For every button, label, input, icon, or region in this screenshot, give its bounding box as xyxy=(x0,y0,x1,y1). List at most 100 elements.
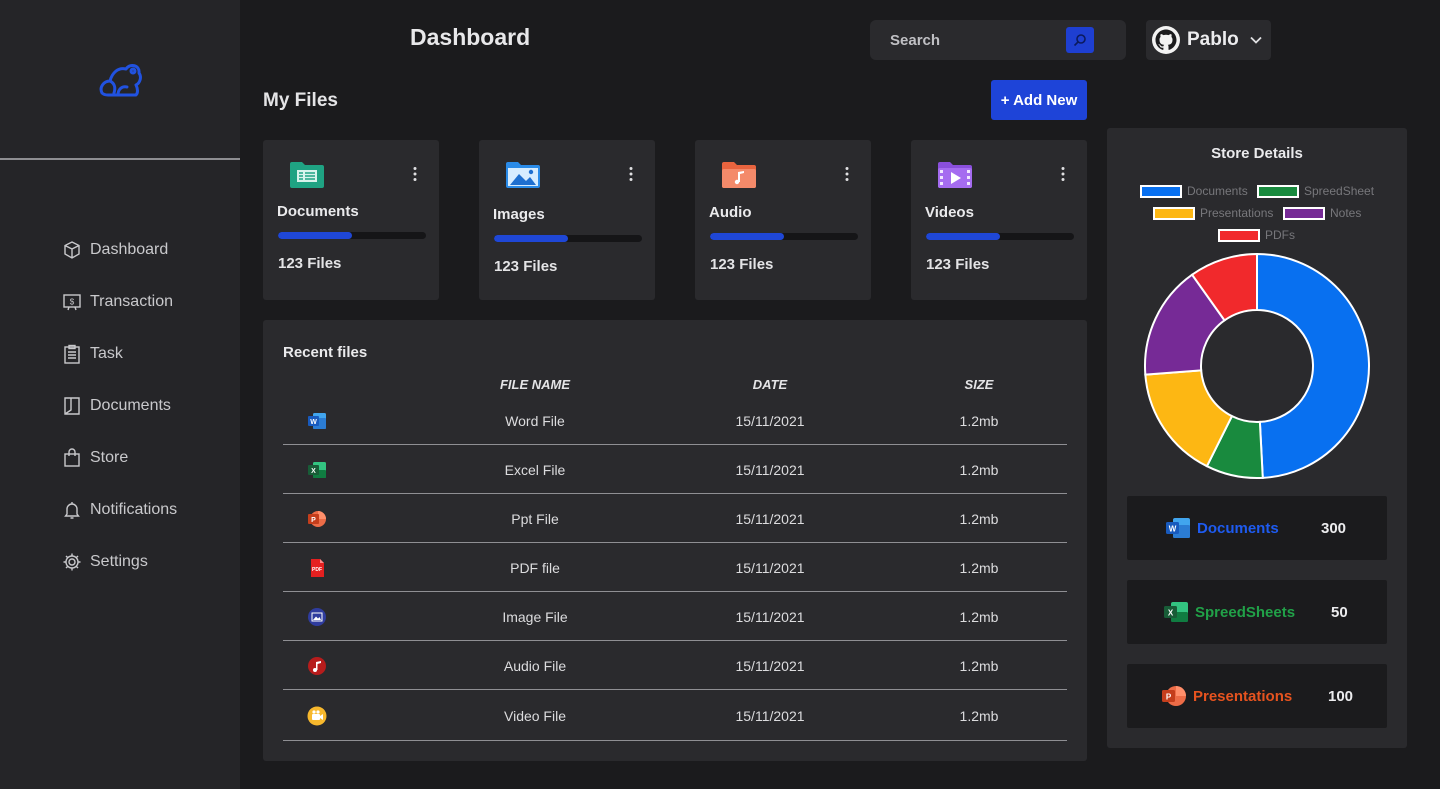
table-row[interactable]: Image File 15/11/2021 1.2mb xyxy=(283,592,1067,641)
search-box xyxy=(870,20,1126,60)
sidebar-item-dashboard[interactable]: Dashboard xyxy=(62,224,177,276)
videos-folder-icon xyxy=(938,162,972,188)
more-options-icon[interactable] xyxy=(843,166,851,182)
card-progress-fill xyxy=(278,232,352,239)
add-new-button[interactable]: + Add New xyxy=(991,80,1087,120)
audio-folder-icon xyxy=(722,162,756,188)
search-input[interactable] xyxy=(890,31,1060,49)
column-header-date: DATE xyxy=(752,377,788,392)
legend-swatch xyxy=(1283,206,1325,220)
file-card-documents[interactable]: Documents 123 Files xyxy=(263,140,439,300)
search-button[interactable] xyxy=(1066,27,1094,53)
file-name-cell: Audio File xyxy=(503,658,567,674)
images-folder-icon xyxy=(506,162,540,188)
file-card-videos[interactable]: Videos 123 Files xyxy=(911,140,1087,300)
user-menu[interactable]: Pablo xyxy=(1146,20,1271,60)
file-name-cell: Ppt File xyxy=(511,511,559,527)
recent-files-panel: Recent files FILE NAME DATE SIZE W Word … xyxy=(263,320,1087,761)
card-file-count: 123 Files xyxy=(494,258,558,275)
file-name-cell: PDF file xyxy=(510,560,560,576)
book-icon xyxy=(62,396,82,416)
card-name: Videos xyxy=(925,204,974,221)
video-file-icon xyxy=(307,706,327,726)
svg-text:X: X xyxy=(311,468,316,475)
card-progress-bar xyxy=(494,235,642,242)
sidebar: Dashboard $ Transaction Task Documents S… xyxy=(0,0,240,789)
card-file-count: 123 Files xyxy=(710,256,774,273)
stat-label: Presentations xyxy=(1193,688,1293,705)
store-details-panel: Store Details Documents SpreedSheet Pres… xyxy=(1107,128,1407,748)
file-name-cell: Image File xyxy=(502,609,568,625)
size-cell: 1.2mb xyxy=(959,511,999,527)
excel-icon: X xyxy=(308,462,326,478)
donut-slice-documents[interactable] xyxy=(1256,252,1370,479)
sidebar-item-label: Documents xyxy=(90,397,171,414)
table-row[interactable]: Video File 15/11/2021 1.2mb xyxy=(283,690,1067,741)
legend-label: Presentations xyxy=(1200,206,1274,220)
clipboard-icon xyxy=(62,344,82,364)
file-card-audio[interactable]: Audio 123 Files xyxy=(695,140,871,300)
excel-icon: X xyxy=(1164,602,1188,622)
dollar-icon: $ xyxy=(62,292,82,312)
sidebar-item-documents[interactable]: Documents xyxy=(62,380,177,432)
more-options-icon[interactable] xyxy=(411,166,419,182)
size-cell: 1.2mb xyxy=(959,462,999,478)
more-options-icon[interactable] xyxy=(1059,166,1067,182)
svg-text:PDF: PDF xyxy=(312,567,322,573)
sidebar-item-transaction[interactable]: $ Transaction xyxy=(62,276,177,328)
sidebar-item-task[interactable]: Task xyxy=(62,328,177,380)
sidebar-item-settings[interactable]: Settings xyxy=(62,536,177,588)
size-cell: 1.2mb xyxy=(959,560,999,576)
file-card-images[interactable]: Images 123 Files xyxy=(479,140,655,300)
date-cell: 15/11/2021 xyxy=(735,462,805,478)
card-progress-fill xyxy=(494,235,568,242)
more-options-icon[interactable] xyxy=(627,166,635,182)
svg-text:X: X xyxy=(1168,609,1174,618)
legend-item-notes[interactable]: Notes xyxy=(1283,206,1361,220)
store-details-title: Store Details xyxy=(1211,145,1303,162)
table-row[interactable]: PDF PDF file 15/11/2021 1.2mb xyxy=(283,543,1067,592)
legend-label: Documents xyxy=(1187,184,1248,198)
bag-icon xyxy=(62,448,82,468)
legend-label: Notes xyxy=(1330,206,1362,220)
user-name: Pablo xyxy=(1187,29,1239,50)
stat-label: Documents xyxy=(1197,520,1279,537)
sidebar-item-label: Settings xyxy=(90,553,148,570)
card-progress-fill xyxy=(926,233,1000,240)
stat-label: SpreedSheets xyxy=(1195,604,1296,621)
stat-card-documents[interactable]: W Documents 300 xyxy=(1127,496,1387,560)
svg-text:P: P xyxy=(311,517,316,524)
legend-item-spreedsheet[interactable]: SpreedSheet xyxy=(1257,184,1374,198)
file-name-cell: Excel File xyxy=(504,462,566,478)
frog-logo-icon[interactable] xyxy=(96,59,144,99)
pdf-icon: PDF xyxy=(311,559,324,577)
legend-item-documents[interactable]: Documents xyxy=(1140,184,1248,198)
documents-folder-icon xyxy=(290,162,324,188)
size-cell: 1.2mb xyxy=(959,708,999,724)
date-cell: 15/11/2021 xyxy=(735,560,805,576)
file-name-cell: Word File xyxy=(505,413,565,429)
search-icon xyxy=(1073,34,1086,47)
table-row[interactable]: P Ppt File 15/11/2021 1.2mb xyxy=(283,494,1067,543)
date-cell: 15/11/2021 xyxy=(735,413,805,429)
legend-item-pdfs[interactable]: PDFs xyxy=(1218,228,1295,242)
table-row[interactable]: X Excel File 15/11/2021 1.2mb xyxy=(283,445,1067,494)
size-cell: 1.2mb xyxy=(959,609,999,625)
stat-card-spreedsheets[interactable]: X SpreedSheets 50 xyxy=(1127,580,1387,644)
logo-area xyxy=(0,0,240,160)
sidebar-item-store[interactable]: Store xyxy=(62,432,177,484)
column-header-size: SIZE xyxy=(964,377,994,392)
stat-card-presentations[interactable]: P Presentations 100 xyxy=(1127,664,1387,728)
table-row[interactable]: W Word File 15/11/2021 1.2mb xyxy=(283,396,1067,445)
recent-files-title: Recent files xyxy=(283,344,368,361)
sidebar-item-notifications[interactable]: Notifications xyxy=(62,484,177,536)
card-file-count: 123 Files xyxy=(278,255,342,272)
table-row[interactable]: Audio File 15/11/2021 1.2mb xyxy=(283,641,1067,690)
cube-icon xyxy=(62,240,82,260)
sidebar-item-label: Notifications xyxy=(90,501,178,518)
card-name: Documents xyxy=(277,203,359,220)
page-title: Dashboard xyxy=(410,24,531,50)
legend-item-presentations[interactable]: Presentations xyxy=(1153,206,1273,220)
svg-text:$: $ xyxy=(70,298,75,307)
stat-value: 100 xyxy=(1328,688,1354,705)
